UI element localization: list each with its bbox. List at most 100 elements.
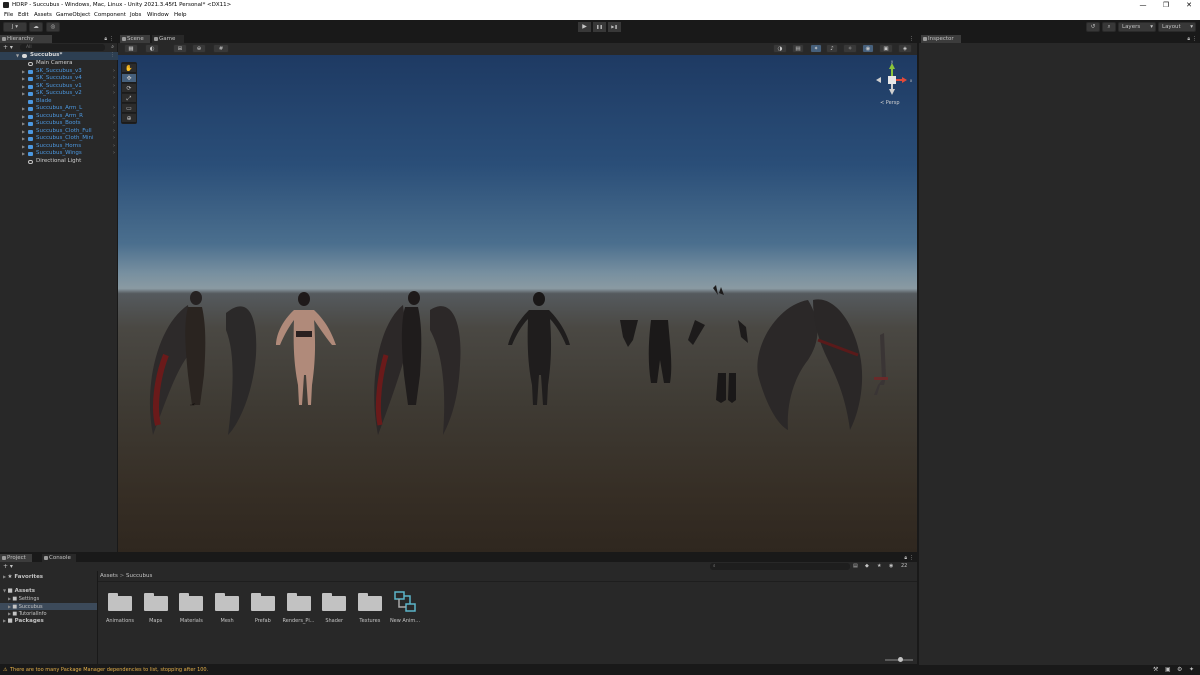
- folder-label[interactable]: Maps: [136, 618, 176, 624]
- hierarchy-item[interactable]: ▶ Succubus_Arm_L ›: [0, 105, 118, 113]
- create-asset-button[interactable]: + ▾: [3, 562, 13, 571]
- hierarchy-item[interactable]: ▶ Succubus_Wings ›: [0, 150, 118, 158]
- tab-scene[interactable]: Scene: [120, 35, 150, 43]
- tab-hierarchy[interactable]: Hierarchy: [0, 35, 52, 43]
- hierarchy-item[interactable]: ▶ Succubus_Boots ›: [0, 120, 118, 128]
- tree-item-succubus[interactable]: ▶ ■ Succubus: [0, 603, 97, 610]
- menu-assets[interactable]: Assets: [34, 10, 52, 20]
- account-dropdown[interactable]: J ▾: [3, 22, 27, 32]
- hierarchy-item[interactable]: ▶ SK_Succubus_v4 ›: [0, 75, 118, 83]
- hierarchy-item[interactable]: ▶ SK_Succubus_v1 ›: [0, 83, 118, 91]
- hierarchy-item[interactable]: ▶ Succubus_Cloth_Full ›: [0, 128, 118, 136]
- visibility-toggle[interactable]: ◉: [862, 44, 874, 53]
- folder-icon[interactable]: [143, 593, 168, 611]
- folder-icon[interactable]: [179, 593, 204, 611]
- packages-node[interactable]: ▶ ■ Packages: [3, 618, 44, 624]
- open-prefab-icon[interactable]: ›: [113, 135, 115, 143]
- menu-edit[interactable]: Edit: [18, 10, 29, 20]
- tree-item-settings[interactable]: ▶ ■ Settings: [8, 596, 39, 602]
- open-prefab-icon[interactable]: ›: [113, 128, 115, 136]
- tab-inspector[interactable]: Inspector: [921, 35, 961, 43]
- folder-label[interactable]: Textures: [350, 618, 390, 624]
- expand-arrow-icon[interactable]: ▶: [22, 128, 25, 136]
- minimize-button[interactable]: —: [1132, 0, 1154, 10]
- layout-dropdown[interactable]: Layout ▾: [1158, 22, 1196, 32]
- folder-label[interactable]: Renders_Pi...: [279, 618, 319, 624]
- panel-menu-icon[interactable]: ⋮: [109, 35, 114, 43]
- open-prefab-icon[interactable]: ›: [113, 113, 115, 121]
- search-button[interactable]: ⌕: [1102, 22, 1116, 32]
- maximize-button[interactable]: ❐: [1155, 0, 1177, 10]
- tab-game[interactable]: Game: [152, 35, 184, 43]
- folder-icon[interactable]: [322, 593, 347, 611]
- visibility-icon[interactable]: ◉: [889, 562, 893, 571]
- folder-label[interactable]: Prefab: [243, 618, 283, 624]
- folder-label[interactable]: Animations: [100, 618, 140, 624]
- debug-mode-icon[interactable]: ⚙: [1177, 665, 1182, 675]
- panel-menu-icon[interactable]: ⋮: [909, 35, 914, 43]
- panel-menu-icon[interactable]: ⋮: [909, 554, 914, 562]
- hierarchy-search-input[interactable]: All: [20, 44, 105, 51]
- scene-viewport[interactable]: ✋ ✥ ⟳ ⤢ ▭ ⊕ y x ≺ Persp: [118, 55, 917, 552]
- expand-arrow-icon[interactable]: ▶: [22, 68, 25, 76]
- folder-label[interactable]: Mesh: [207, 618, 247, 624]
- close-window-button[interactable]: ✕: [1178, 0, 1200, 10]
- panel-menu-icon[interactable]: ⋮: [1192, 35, 1197, 43]
- folder-label[interactable]: Shader: [314, 618, 354, 624]
- render-mode-dropdown[interactable]: ◐: [145, 44, 159, 53]
- snap-dropdown[interactable]: #: [213, 44, 229, 53]
- hierarchy-item[interactable]: ▶ Succubus_Arm_R ›: [0, 113, 118, 121]
- hierarchy-item[interactable]: ▶ Succubus_Horns ›: [0, 143, 118, 151]
- menu-component[interactable]: Component: [94, 10, 126, 20]
- hierarchy-item[interactable]: ▶ SK_Succubus_v2 ›: [0, 90, 118, 98]
- folder-icon[interactable]: [286, 593, 311, 611]
- folder-label[interactable]: Materials: [171, 618, 211, 624]
- lock-icon[interactable]: 🔒︎: [904, 554, 907, 562]
- project-search-input[interactable]: ⌕: [710, 563, 850, 570]
- global-dropdown[interactable]: ⊕: [192, 44, 206, 53]
- hierarchy-item[interactable]: Blade: [0, 98, 118, 106]
- 2d-toggle[interactable]: ▤: [792, 44, 804, 53]
- lighting-toggle[interactable]: ✦: [810, 44, 822, 53]
- asset-label-new-anim[interactable]: New Anim...: [385, 618, 425, 624]
- audio-toggle[interactable]: ♪: [826, 44, 838, 53]
- breadcrumb-succubus[interactable]: Succubus: [126, 573, 152, 579]
- hierarchy-item[interactable]: Main Camera: [0, 60, 118, 68]
- lock-icon[interactable]: 🔒︎: [1187, 35, 1190, 43]
- open-prefab-icon[interactable]: ›: [113, 143, 115, 151]
- folder-icon[interactable]: [108, 593, 132, 611]
- menu-window[interactable]: Window: [147, 10, 169, 20]
- add-object-button[interactable]: + ▾: [3, 43, 13, 52]
- splitter[interactable]: [97, 571, 98, 664]
- folder-icon[interactable]: [215, 593, 240, 611]
- filter-label-icon[interactable]: ◆: [865, 562, 869, 571]
- pause-button[interactable]: ❚❚: [593, 22, 606, 32]
- cloud-button[interactable]: ☁: [29, 22, 43, 32]
- expand-arrow-icon[interactable]: ▼: [16, 52, 19, 60]
- layers-dropdown[interactable]: Layers ▾: [1118, 22, 1156, 32]
- open-prefab-icon[interactable]: ›: [113, 120, 115, 128]
- animator-controller-icon[interactable]: [393, 590, 417, 614]
- tab-console[interactable]: Console: [42, 554, 76, 562]
- expand-arrow-icon[interactable]: ▶: [22, 90, 25, 98]
- open-prefab-icon[interactable]: ›: [113, 105, 115, 113]
- expand-arrow-icon[interactable]: ▶: [22, 105, 25, 113]
- menu-jobs[interactable]: Jobs: [130, 10, 141, 20]
- expand-arrow-icon[interactable]: ▶: [22, 135, 25, 143]
- pivot-dropdown[interactable]: ⊞: [173, 44, 187, 53]
- open-prefab-icon[interactable]: ›: [113, 68, 115, 76]
- expand-arrow-icon[interactable]: ▶: [22, 150, 25, 158]
- progress-icon[interactable]: ⚒: [1153, 665, 1158, 675]
- breadcrumb-assets[interactable]: Assets: [100, 573, 118, 579]
- camera-settings-dropdown[interactable]: ▣: [879, 44, 893, 53]
- menu-help[interactable]: Help: [174, 10, 187, 20]
- menu-file[interactable]: File: [4, 10, 13, 20]
- filter-type-icon[interactable]: ▤: [853, 562, 858, 571]
- hierarchy-item[interactable]: ▶ SK_Succubus_v3 ›: [0, 68, 118, 76]
- open-prefab-icon[interactable]: ›: [113, 83, 115, 91]
- open-prefab-icon[interactable]: ›: [113, 150, 115, 158]
- step-button[interactable]: ▶❚: [608, 22, 621, 32]
- favorites-node[interactable]: ▶ ★ Favorites: [3, 574, 43, 580]
- draw-mode-dropdown[interactable]: ▦: [124, 44, 138, 53]
- tree-item-tutorialinfo[interactable]: ▶ ■ TutorialInfo: [8, 611, 47, 617]
